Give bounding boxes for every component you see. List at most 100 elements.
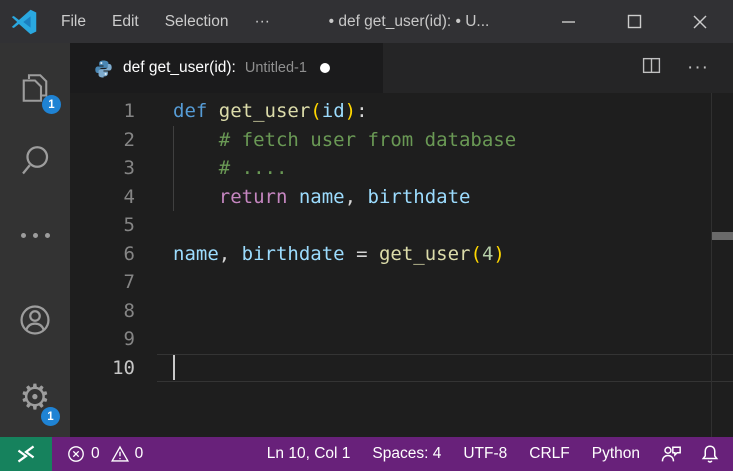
vscode-logo (0, 8, 48, 36)
status-cursor-position[interactable]: Ln 10, Col 1 (256, 445, 362, 463)
menu-selection[interactable]: Selection (152, 0, 242, 43)
code-line[interactable]: 6 name, birthdate = get_user(4) (70, 240, 733, 269)
tab-description: Untitled-1 (244, 60, 307, 76)
code-token: id (321, 100, 345, 123)
code-line[interactable]: 5 (70, 211, 733, 240)
notifications-bell-button[interactable] (691, 444, 733, 464)
remote-icon (17, 445, 35, 463)
code-line[interactable]: 9 (70, 325, 733, 354)
code-text: # fetch user from database (135, 129, 516, 151)
errors-icon (68, 446, 84, 462)
line-number[interactable]: 4 (70, 186, 135, 208)
code-text: # .... (135, 157, 288, 180)
more-editor-actions-button[interactable]: ··· (687, 57, 709, 79)
code-token: : (356, 100, 368, 123)
code-token: birthdate (241, 242, 345, 265)
code-line[interactable]: 4 return name, birthdate (70, 183, 733, 212)
line-number[interactable]: 10 (70, 357, 135, 379)
python-file-icon (95, 60, 112, 78)
feedback-icon (661, 446, 681, 462)
modified-indicator-dot[interactable] (319, 63, 330, 73)
line-number[interactable]: 7 (70, 271, 135, 293)
code-token: ) (493, 242, 505, 265)
editor-actions: ··· (642, 43, 733, 93)
minimize-button[interactable] (535, 0, 601, 43)
menu-more[interactable]: ··· (241, 0, 283, 43)
status-indentation[interactable]: Spaces: 4 (361, 445, 452, 463)
menu-file[interactable]: File (48, 0, 99, 43)
status-encoding[interactable]: UTF-8 (452, 445, 518, 463)
code-token: name (298, 185, 345, 208)
line-number[interactable]: 8 (70, 300, 135, 322)
sidebar-item-search[interactable] (0, 128, 70, 192)
feedback-button[interactable] (651, 444, 691, 464)
warnings-icon (110, 445, 129, 462)
status-bar: 0 0 Ln 10, Col 1 Spaces: 4 UTF-8 CRLF Py… (0, 437, 733, 471)
code-token: 4 (481, 242, 494, 265)
code-token: get_user (378, 242, 471, 265)
menu-edit[interactable]: Edit (99, 0, 152, 43)
code-line[interactable]: 3 # .... (70, 154, 733, 183)
line-number[interactable]: 9 (70, 328, 135, 350)
split-editor-button[interactable] (642, 57, 661, 79)
code-token: # fetch user from database (173, 128, 517, 151)
warnings-count: 0 (134, 445, 144, 462)
overview-ruler-border (711, 93, 712, 437)
maximize-button[interactable] (601, 0, 667, 43)
code-token: , (344, 185, 357, 208)
sidebar-item-account[interactable] (0, 288, 70, 352)
code-token: def (173, 100, 208, 123)
line-number[interactable]: 2 (70, 129, 135, 151)
sidebar-item-explorer[interactable]: 1 (0, 56, 70, 120)
code-text: return name, birthdate (135, 185, 471, 208)
code-token: , (218, 242, 231, 265)
code-text: name, birthdate = get_user(4) (135, 243, 505, 265)
text-cursor (173, 355, 175, 380)
search-icon (22, 146, 49, 175)
status-language-mode[interactable]: Python (581, 445, 651, 463)
code-line[interactable]: 10 (70, 354, 733, 383)
explorer-badge: 1 (42, 95, 61, 114)
line-number[interactable]: 6 (70, 243, 135, 265)
close-icon (693, 15, 707, 28)
overview-ruler-cursor-marker[interactable] (712, 232, 733, 240)
code-line[interactable]: 8 (70, 297, 733, 326)
activity-bar: 1 ⚙ 1 (0, 43, 70, 437)
code-text: def get_user(id): (135, 100, 368, 122)
code-token: # .... (173, 157, 288, 180)
code-line[interactable]: 1 def get_user(id): (70, 97, 733, 126)
code-line[interactable]: 2 # fetch user from database (70, 126, 733, 155)
code-editor[interactable]: 1 def get_user(id): 2 # fetch user from da… (70, 93, 733, 437)
code-line[interactable]: 7 (70, 268, 733, 297)
code-token: return (218, 185, 288, 208)
status-end-of-line[interactable]: CRLF (518, 445, 580, 463)
errors-count: 0 (91, 445, 100, 462)
minimize-icon (561, 21, 575, 23)
code-token: ( (470, 242, 482, 265)
indent-guide (173, 125, 174, 211)
sidebar-item-more[interactable] (0, 203, 70, 267)
remote-indicator[interactable] (0, 437, 52, 471)
line-number[interactable]: 5 (70, 214, 135, 236)
problems-status[interactable]: 0 0 (52, 445, 153, 463)
bell-icon (701, 445, 719, 463)
vscode-logo-icon (11, 9, 37, 34)
tab-untitled-1[interactable]: def get_user(id): Untitled-1 (70, 43, 383, 93)
sidebar-item-settings[interactable]: ⚙ 1 (0, 366, 70, 430)
line-number[interactable]: 1 (70, 100, 135, 122)
settings-badge: 1 (41, 407, 60, 426)
window-controls (535, 0, 733, 43)
code-token: birthdate (367, 185, 471, 208)
line-number[interactable]: 3 (70, 157, 135, 179)
editor-tab-bar: def get_user(id): Untitled-1 ··· (70, 43, 733, 93)
close-button[interactable] (667, 0, 733, 43)
maximize-icon (627, 14, 641, 29)
title-bar: File Edit Selection ··· • def get_user(id):… (0, 0, 733, 43)
